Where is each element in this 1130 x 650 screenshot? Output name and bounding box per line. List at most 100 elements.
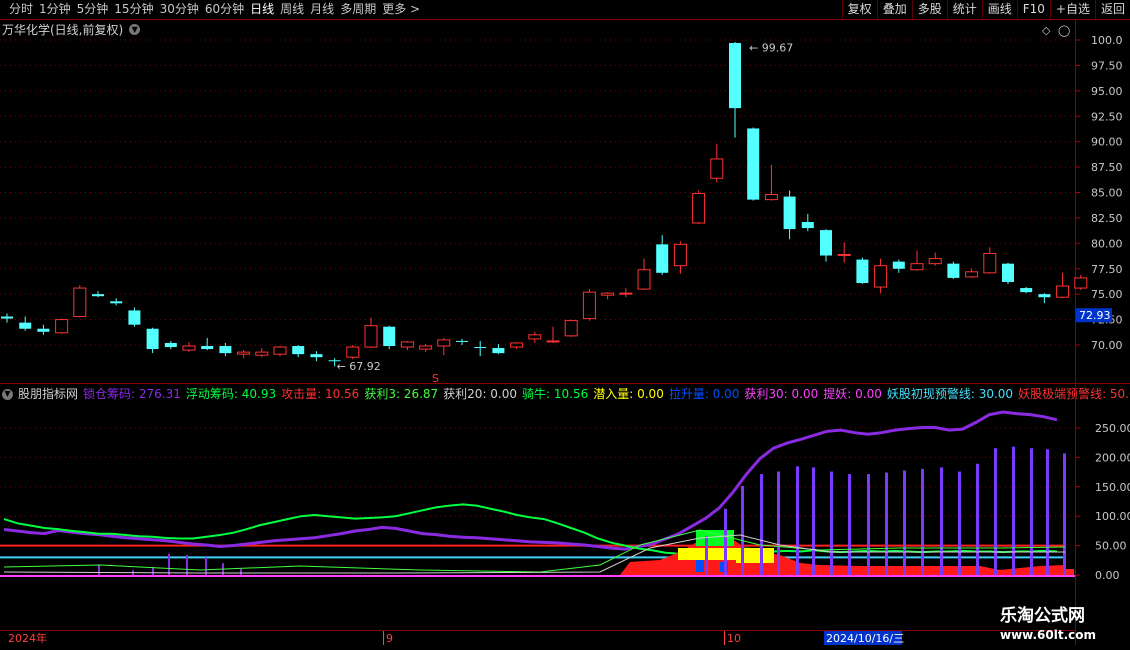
locked-chips-bar: [812, 467, 815, 575]
candle-body-up: [364, 325, 378, 348]
candle-body-down: [820, 230, 832, 256]
candle-body-down: [110, 301, 123, 304]
volume-bar: [98, 564, 100, 575]
price-tick-label: 70.00: [1091, 339, 1123, 352]
ind-tick-label: 200.00: [1095, 451, 1130, 464]
watermark-url: www.60lt.com: [1000, 628, 1097, 642]
candle-body-up: [437, 339, 451, 347]
chart-canvas[interactable]: 100.097.5095.0092.5090.0087.5085.0082.50…: [0, 0, 1130, 650]
candle-body-up: [619, 292, 633, 295]
candle-body-up: [528, 334, 542, 340]
ind-tick-label: 50.00: [1095, 540, 1127, 553]
diamond-icon: ◇: [1042, 24, 1051, 37]
candle-body-down: [164, 342, 177, 348]
locked-chips-bar: [848, 474, 851, 575]
candle-body-down: [92, 294, 104, 297]
candle-body-up: [55, 319, 69, 334]
candle-body-up: [1074, 277, 1088, 289]
locked-chips-bar: [705, 536, 708, 575]
low-price-label: ← 67.92: [337, 360, 381, 373]
locked-chips-line: [3, 410, 1058, 551]
candle-body-up: [400, 341, 414, 348]
price-tick-label: 90.00: [1091, 136, 1123, 149]
candle-body-down: [892, 261, 905, 269]
ind-tick-label: 100.00: [1095, 510, 1130, 523]
candle-body-up: [601, 292, 615, 296]
candle-body-down: [856, 259, 869, 283]
candle-body-up: [673, 243, 687, 267]
candle-body-up: [965, 271, 979, 278]
candle-body-up: [710, 158, 724, 179]
candle-body-up: [546, 340, 560, 343]
locked-chips-bar: [921, 468, 924, 575]
locked-chips-bar: [830, 471, 833, 575]
candle-body-up: [182, 345, 196, 351]
volume-bar: [186, 555, 188, 575]
locked-chips-bar: [976, 463, 979, 575]
price-tick-label: 95.00: [1091, 85, 1123, 98]
ind-tick-label: 150.00: [1095, 481, 1130, 494]
price-tick-label: 85.00: [1091, 187, 1123, 200]
price-tick-label: 75.00: [1091, 288, 1123, 301]
candle-body-up: [764, 194, 778, 201]
candle-body-down: [201, 346, 214, 350]
candle-body-up: [1056, 285, 1070, 298]
candle-body-up: [510, 342, 524, 348]
candle-body-down: [747, 128, 760, 200]
candle-body-up: [582, 291, 596, 320]
candle-body-up: [928, 258, 942, 265]
price-tick-label: 82.50: [1091, 212, 1123, 225]
candle-body-down: [128, 310, 141, 325]
locked-chips-bar: [885, 472, 888, 575]
sell-marker: S: [432, 372, 439, 385]
volume-bar: [168, 553, 170, 575]
candle-body-up: [692, 193, 706, 224]
candle-body-up: [346, 346, 360, 358]
candle-body-down: [1, 316, 13, 319]
candle-body-down: [1020, 288, 1033, 293]
locked-chips-bar: [796, 466, 799, 575]
floating-chips-line: [3, 503, 1058, 556]
locked-chips-bar: [760, 474, 763, 575]
cursor-date-label: 2024/10/16/三: [826, 632, 904, 645]
locked-chips-bar: [777, 471, 780, 575]
candle-body-down: [219, 346, 232, 354]
last-price-label: 72.93: [1079, 309, 1111, 322]
price-tick-label: 87.50: [1091, 161, 1123, 174]
candle-body-down: [37, 328, 50, 332]
price-tick-label: 80.00: [1091, 237, 1123, 250]
candle-body-up: [637, 269, 651, 290]
candle-body-down: [474, 347, 487, 349]
locked-chips-bar: [1063, 453, 1066, 575]
locked-chips-bar: [1012, 446, 1015, 575]
candle-body-down: [19, 322, 32, 329]
price-tick-label: 100.0: [1091, 34, 1123, 47]
candle-body-down: [146, 328, 159, 350]
locked-chips-bar: [940, 467, 943, 575]
rise-volume-block: [696, 560, 704, 572]
date-label-sep: 9: [386, 632, 393, 645]
price-tick-label: 77.50: [1091, 263, 1123, 276]
locked-chips-bar: [867, 474, 870, 575]
candle-body-up: [874, 265, 888, 288]
price-tick-label: 92.50: [1091, 110, 1123, 123]
candle-body-down: [383, 326, 396, 347]
candle-body-up: [255, 351, 269, 356]
locked-chips-bar: [724, 508, 727, 575]
candle-body-up: [419, 345, 433, 350]
candle-body-up: [983, 253, 997, 274]
candle-body-down: [310, 354, 323, 358]
circle-icon: ◯: [1058, 24, 1070, 37]
candle-body-up: [564, 320, 578, 337]
date-label-oct: 10: [727, 632, 741, 645]
volume-bar: [240, 569, 242, 575]
watermark-title: 乐淘公式网: [1000, 606, 1085, 626]
candle-body-down: [492, 348, 505, 354]
locked-chips-bar: [958, 471, 961, 575]
attack-marker: [1066, 569, 1074, 575]
candle-body-up: [273, 346, 287, 355]
candle-body-down: [456, 340, 468, 342]
candle-body-down: [947, 263, 960, 278]
candle-body-up: [73, 287, 87, 318]
high-price-label: ← 99.67: [749, 41, 793, 54]
